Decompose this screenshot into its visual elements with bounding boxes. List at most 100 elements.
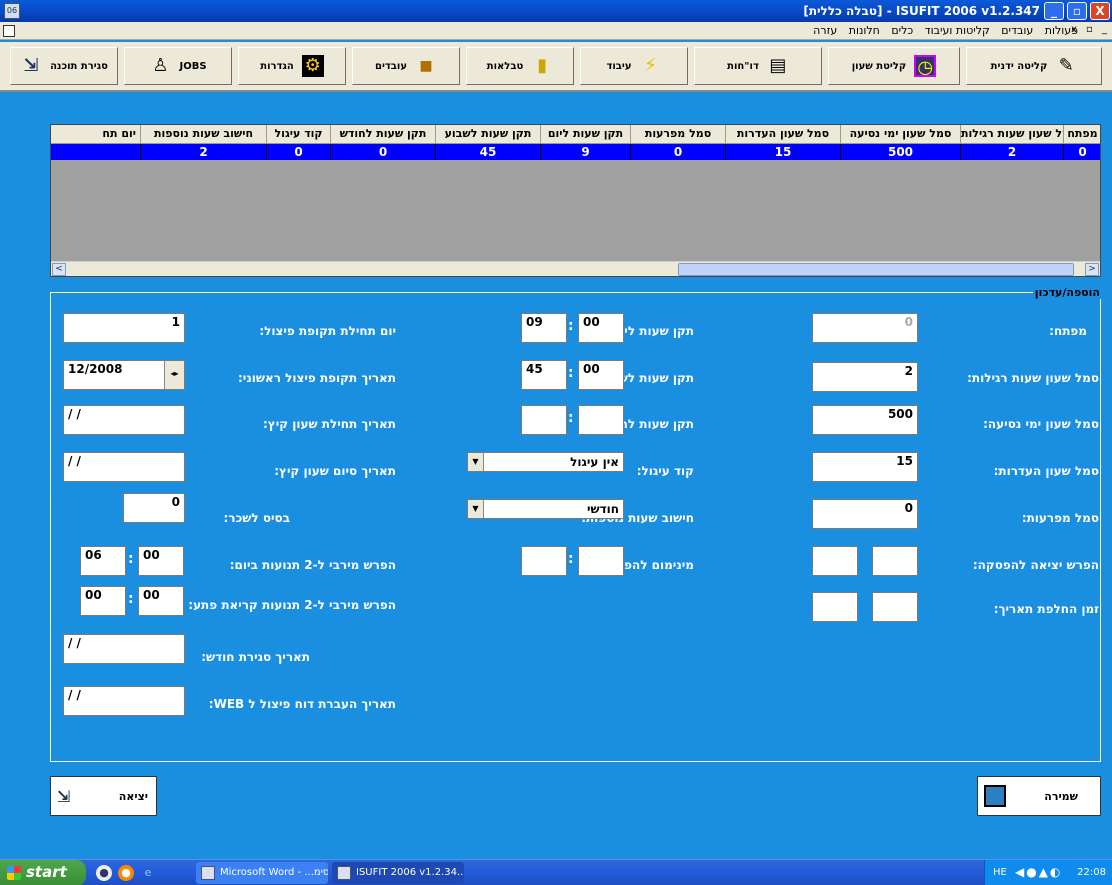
table-cell[interactable]: 0 (1064, 144, 1100, 160)
max-gap-h-field[interactable]: 06 (80, 546, 126, 576)
save-button[interactable]: שמירה (977, 776, 1101, 816)
table-cell[interactable]: 0 (331, 144, 436, 160)
data-grid[interactable]: מפתח סמל שעון שעות רגילות סמל שעון ימי נ… (50, 124, 1101, 277)
key-field[interactable]: 0 (812, 313, 918, 343)
column-header[interactable]: סמל שעון ימי נסיעה (841, 125, 961, 144)
time-separator: : (568, 410, 574, 426)
split-day-field[interactable]: 1 (63, 313, 185, 343)
maximize-button[interactable]: ▫ (1067, 2, 1087, 20)
daily-hours-h-field[interactable]: 09 (521, 313, 567, 343)
break-exit-minutes-field[interactable] (872, 546, 918, 576)
tray-icons[interactable]: ◀●▲◐ (1015, 865, 1062, 879)
absence-field[interactable]: 15 (812, 452, 918, 482)
column-header[interactable]: סמל מפרעות (631, 125, 726, 144)
save-icon (984, 785, 1006, 807)
document-icon[interactable] (3, 25, 15, 37)
table-cell[interactable]: 0 (631, 144, 726, 160)
table-cell[interactable] (51, 144, 141, 160)
regular-hours-field[interactable]: 2 (812, 362, 918, 392)
clock-import-button[interactable]: קליטת שעון ◷ (828, 47, 960, 85)
column-header[interactable]: חישוב שעות נוספות (141, 125, 267, 144)
rounding-select[interactable]: ▼ אין עיגול (467, 452, 624, 472)
column-header[interactable]: מפתח (1064, 125, 1100, 144)
close-button[interactable]: X (1090, 2, 1110, 20)
max-gap-open-m-field[interactable]: 00 (138, 586, 184, 616)
exit-button[interactable]: ⇲ יציאה (50, 776, 157, 816)
processing-button[interactable]: עיבוד ⚡ (580, 47, 688, 85)
daily-hours-m-field[interactable]: 00 (578, 313, 624, 343)
isufit-icon (337, 866, 351, 880)
scroll-right-button[interactable]: > (1085, 263, 1099, 276)
first-split-field[interactable]: 12/2008 ◂▸ (63, 360, 185, 390)
monthly-hours-h-field[interactable] (521, 405, 567, 435)
scroll-left-button[interactable]: < (52, 263, 66, 276)
month-close-field[interactable]: / / (63, 634, 185, 664)
menu-employees[interactable]: עובדים (1001, 24, 1033, 37)
task-label: Microsoft Word - ...סימ (220, 867, 328, 878)
date-change-minutes-field[interactable] (872, 592, 918, 622)
table-cell[interactable]: 2 (141, 144, 267, 160)
max-gap-open-h-field[interactable]: 00 (80, 586, 126, 616)
column-header[interactable]: סמל שעון שעות רגילות (961, 125, 1064, 144)
column-header[interactable]: תקן שעות ליום (541, 125, 631, 144)
table-cell[interactable]: 500 (841, 144, 961, 160)
weekly-hours-h-field[interactable]: 45 (521, 360, 567, 390)
chevron-down-icon[interactable]: ▼ (468, 500, 484, 518)
min-break-h-field[interactable] (521, 546, 567, 576)
menu-tools[interactable]: כלים (891, 24, 913, 37)
max-gap-m-field[interactable]: 00 (138, 546, 184, 576)
time-separator: : (128, 551, 134, 567)
tables-button[interactable]: טבלאות ▮ (466, 47, 574, 85)
task-word[interactable]: Microsoft Word - ...סימ (196, 862, 328, 884)
task-label: ISUFIT 2006 v1.2.34... (356, 867, 464, 878)
advances-field[interactable]: 0 (812, 499, 918, 529)
overtime-select[interactable]: ▼ חודשי (467, 499, 624, 519)
scroll-thumb[interactable] (678, 263, 1074, 276)
start-button[interactable]: start (0, 860, 86, 885)
employees-button[interactable]: עובדים ■ (352, 47, 460, 85)
column-header[interactable]: קוד עיגול (267, 125, 331, 144)
first-split-label: תאריך תקופת פיצול ראשוני: (238, 371, 396, 385)
travel-days-field[interactable]: 500 (812, 405, 918, 435)
column-header[interactable]: יום תח (51, 125, 141, 144)
reports-button[interactable]: דו"חות ▤ (694, 47, 822, 85)
date-change-hours-field[interactable] (812, 592, 858, 622)
language-indicator[interactable]: HE (993, 867, 1007, 878)
settings-button[interactable]: הגדרות ⚙ (238, 47, 346, 85)
salary-base-field[interactable]: 0 (123, 493, 185, 523)
table-cell[interactable]: 0 (267, 144, 331, 160)
task-isufit[interactable]: ISUFIT 2006 v1.2.34... (332, 862, 464, 884)
spin-buttons[interactable]: ◂▸ (164, 361, 184, 389)
summer-end-field[interactable]: / / (63, 452, 185, 482)
chevron-down-icon[interactable]: ▼ (468, 453, 484, 471)
key-label: מפתח: (1049, 324, 1087, 338)
menu-help[interactable]: עזרה (813, 24, 837, 37)
break-exit-hours-field[interactable] (812, 546, 858, 576)
column-header[interactable]: תקן שעות לחודש (331, 125, 436, 144)
horizontal-scrollbar[interactable]: < > (51, 261, 1100, 276)
media-icon[interactable]: ● (118, 865, 134, 881)
table-cell[interactable]: 45 (436, 144, 541, 160)
mdi-controls[interactable]: x ▫ _ (1071, 24, 1110, 35)
menu-windows[interactable]: חלונות (849, 24, 880, 37)
column-header[interactable]: סמל שעון העדרות (726, 125, 841, 144)
monthly-hours-m-field[interactable] (578, 405, 624, 435)
internet-explorer-icon[interactable]: e (140, 865, 156, 881)
min-break-m-field[interactable] (578, 546, 624, 576)
web-transfer-field[interactable]: / / (63, 686, 185, 716)
desktop-icon[interactable]: ● (96, 865, 112, 881)
weekly-hours-m-field[interactable]: 00 (578, 360, 624, 390)
menu-processing[interactable]: קליטות ועיבוד (925, 24, 990, 37)
jobs-button[interactable]: JOBS ♙ (124, 47, 232, 85)
app-icon[interactable]: 06 (4, 3, 20, 19)
summer-start-field[interactable]: / / (63, 405, 185, 435)
table-cell[interactable]: 2 (961, 144, 1064, 160)
close-program-button[interactable]: סגירת תוכנה ⇲ (10, 47, 118, 85)
group-title: הוספה/עדכון (1032, 286, 1102, 299)
table-cell[interactable]: 9 (541, 144, 631, 160)
manual-entry-button[interactable]: קליטה ידנית ✎ (966, 47, 1102, 85)
table-cell[interactable]: 15 (726, 144, 841, 160)
system-tray: HE ◀●▲◐ 22:08 (984, 860, 1112, 885)
minimize-button[interactable]: _ (1044, 2, 1064, 20)
column-header[interactable]: תקן שעות לשבוע (436, 125, 541, 144)
